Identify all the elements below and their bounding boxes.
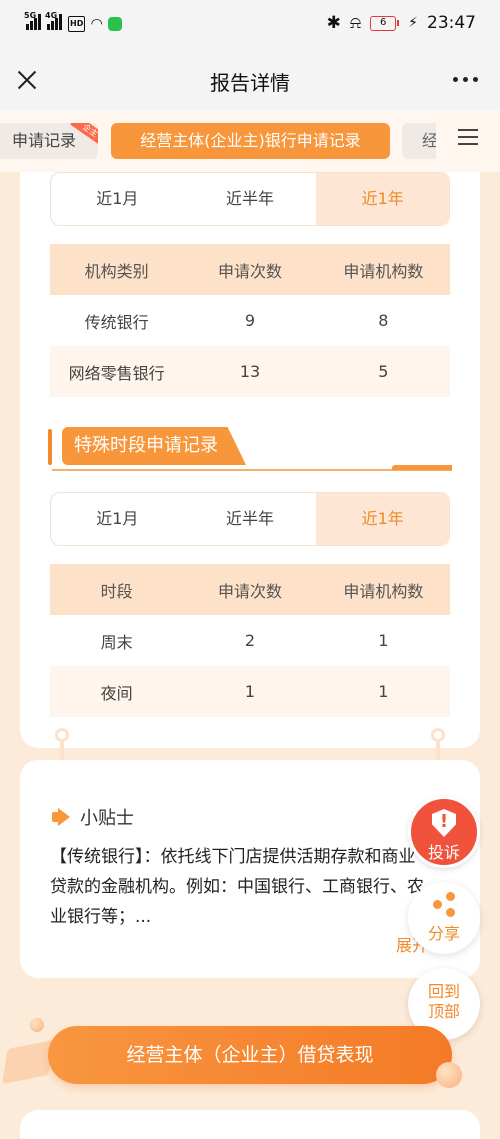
column-header: 申请机构数 [343,581,424,601]
share-label: 分享 [427,924,460,943]
wechat-icon [108,16,123,31]
table-cell: 2 [244,631,256,650]
table-cell: 1 [378,631,389,650]
table-cell: 夜间 [100,683,133,703]
cellular-signal-1-icon: 5G [24,11,41,33]
column-header: 时段 [100,581,133,601]
column-header: 申请机构数 [343,261,424,281]
next-section-card [20,1110,480,1139]
table-cell: 1 [378,682,389,701]
bell-icon: ⍾ [349,13,362,33]
battery-icon: 6 [370,15,400,31]
menu-icon[interactable] [436,110,500,172]
cellular-signal-2-icon: 4G [45,11,62,33]
period-tab-half-year[interactable]: 近半年 [184,493,317,545]
table-cell: 9 [244,311,256,330]
tips-body: 【传统银行】：依托线下门店提供活期存款和商业贷款的金融机构。例如：中国银行、工商… [50,847,424,927]
period-tab-1-year[interactable]: 近1年 [316,493,449,545]
table-cell: 1 [244,682,256,701]
signal-2-label: 4G [45,11,58,20]
tab-business-owner-bank-record[interactable]: 经营主体(企业主)银行申请记录 [111,123,390,159]
tips-card: 小贴士 【传统银行】：依托线下门店提供活期存款和商业贷款的金融机构。例如：中国银… [20,760,480,978]
hd-icon: HD [68,15,86,32]
decor-ball [30,1018,44,1032]
table-cell: 传统银行 [84,312,149,332]
table-row: 夜间 1 1 [50,666,450,717]
page-title: 报告详情 [210,71,290,95]
special-period-section-header: 特殊时段申请记录 [48,427,452,472]
table-cell: 13 [239,362,261,381]
table-header-row: 时段 申请次数 申请机构数 [50,564,450,615]
decor-ball [436,1062,462,1088]
more-options-icon[interactable] [453,77,478,82]
period-tab-half-year[interactable]: 近半年 [184,173,317,225]
battery-level: 6 [370,15,397,31]
complain-label: 投诉 [427,843,460,862]
signal-1-label: 5G [24,11,37,20]
period-tab-1-month[interactable]: 近1月 [51,173,184,225]
shield-alert-icon: ! [432,809,456,837]
institution-table: 机构类别 申请次数 申请机构数 传统银行 9 8 网络零售银行 13 5 [50,244,450,397]
table-cell: 网络零售银行 [68,363,165,383]
period-selector-1: 近1月 近半年 近1年 [50,172,450,226]
table-row: 网络零售银行 13 5 [50,346,450,397]
special-period-table: 时段 申请次数 申请机构数 周末 2 1 夜间 1 1 [50,564,450,717]
column-header: 申请次数 [217,261,282,281]
share-icon [430,892,458,918]
period-selector-2: 近1月 近半年 近1年 [50,492,450,546]
table-cell: 5 [378,362,389,381]
clock-time: 23:47 [427,13,476,33]
bluetooth-icon: ✱ [326,13,341,33]
table-row: 传统银行 9 8 [50,295,450,346]
wifi-icon: ◠ [91,15,103,32]
table-cell: 8 [378,311,389,330]
megaphone-icon [52,808,74,826]
table-row: 周末 2 1 [50,615,450,666]
column-header: 机构类别 [84,261,149,281]
tips-header: 小贴士 [52,804,134,830]
bank-application-card: 近1月 近半年 近1年 机构类别 申请次数 申请机构数 传统银行 9 8 网络零… [20,150,480,748]
category-tab-strip: 申请记录 企主 经营主体(企业主)银行申请记录 经 [0,110,500,172]
table-header-row: 机构类别 申请次数 申请机构数 [50,244,450,295]
back-to-top-label-2: 顶部 [427,1002,460,1021]
title-bar: 报告详情 [0,50,500,110]
section-title: 特殊时段申请记录 [62,427,246,465]
decor-paper-plane [2,1039,54,1085]
business-owner-loan-banner[interactable]: 经营主体（企业主）借贷表现 [48,1026,452,1084]
table-cell: 周末 [100,632,133,652]
share-button[interactable]: 分享 [408,882,480,954]
tab-application-record[interactable]: 申请记录 企主 [0,123,98,159]
period-tab-1-month[interactable]: 近1月 [51,493,184,545]
charging-icon: ⚡ [408,15,418,31]
tab-label: 申请记录 [11,131,76,150]
status-bar: 5G 4G HD ◠ ✱ ⍾ 6 ⚡ 23:47 [0,0,500,50]
complain-button[interactable]: ! 投诉 [408,796,480,868]
tips-title: 小贴士 [80,808,134,829]
period-tab-1-year[interactable]: 近1年 [316,173,449,225]
back-to-top-label-1: 回到 [427,982,460,1001]
column-header: 申请次数 [217,581,282,601]
